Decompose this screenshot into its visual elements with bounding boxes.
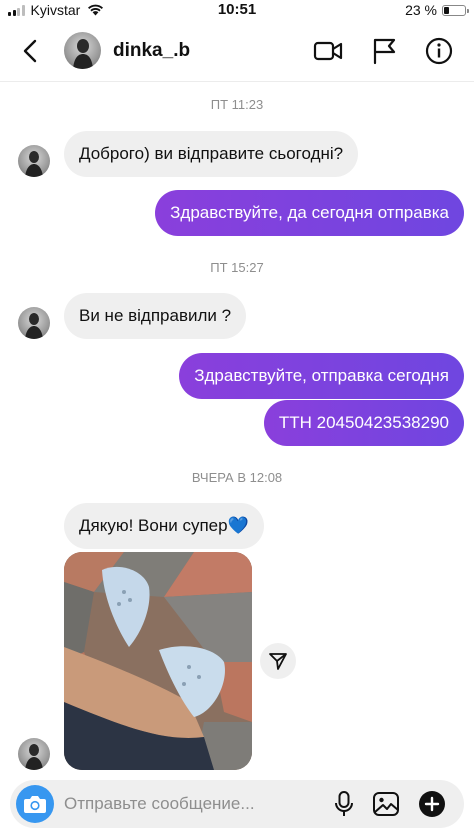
chat-username[interactable]: dinka_.b (113, 40, 190, 62)
shared-photo[interactable] (64, 552, 252, 770)
avatar-person-icon (25, 744, 43, 770)
send-icon (269, 653, 287, 670)
message-outgoing[interactable]: ТТН 20450423538290 (263, 400, 464, 446)
avatar (18, 738, 50, 770)
avatar-person-icon (73, 39, 93, 69)
avatar[interactable] (64, 32, 101, 69)
timestamp: ВЧЕРА В 12:08 (191, 470, 283, 485)
battery-level (444, 6, 449, 14)
avatar-person-icon (25, 313, 43, 339)
back-icon[interactable] (20, 38, 42, 64)
status-time: 10:51 (217, 1, 257, 18)
status-right: 23 % (405, 2, 469, 18)
battery-icon (442, 4, 469, 16)
battery-percent: 23 % (405, 2, 437, 18)
message-outgoing[interactable]: Здравствуйте, отправка сегодня (179, 353, 464, 399)
avatar (18, 145, 50, 177)
timestamp: ПТ 11:23 (210, 97, 264, 112)
camera-button[interactable] (16, 785, 54, 823)
video-camera-icon[interactable] (313, 37, 343, 65)
share-button[interactable] (260, 643, 296, 679)
message-composer (10, 780, 464, 828)
message-incoming[interactable]: Ви не відправили ? (64, 293, 247, 339)
avatar (18, 307, 50, 339)
shared-photo-image (64, 552, 252, 770)
flag-icon[interactable] (370, 37, 400, 65)
info-icon[interactable] (424, 37, 454, 65)
status-bar: Kyivstar 10:51 23 % (0, 0, 474, 20)
message-outgoing[interactable]: Здравствуйте, да сегодня отправка (155, 190, 464, 236)
message-input[interactable] (64, 786, 314, 822)
message-incoming[interactable]: Доброго) ви відправите сьогодні? (64, 131, 359, 177)
gallery-icon[interactable] (372, 790, 400, 818)
timestamp: ПТ 15:27 (210, 260, 264, 275)
avatar-person-icon (25, 151, 43, 177)
camera-icon (24, 796, 46, 813)
message-incoming[interactable]: Дякую! Вони супер💙 (64, 503, 264, 549)
plus-icon[interactable] (418, 790, 446, 818)
microphone-icon[interactable] (330, 790, 358, 818)
chat-header: dinka_.b (0, 20, 474, 82)
